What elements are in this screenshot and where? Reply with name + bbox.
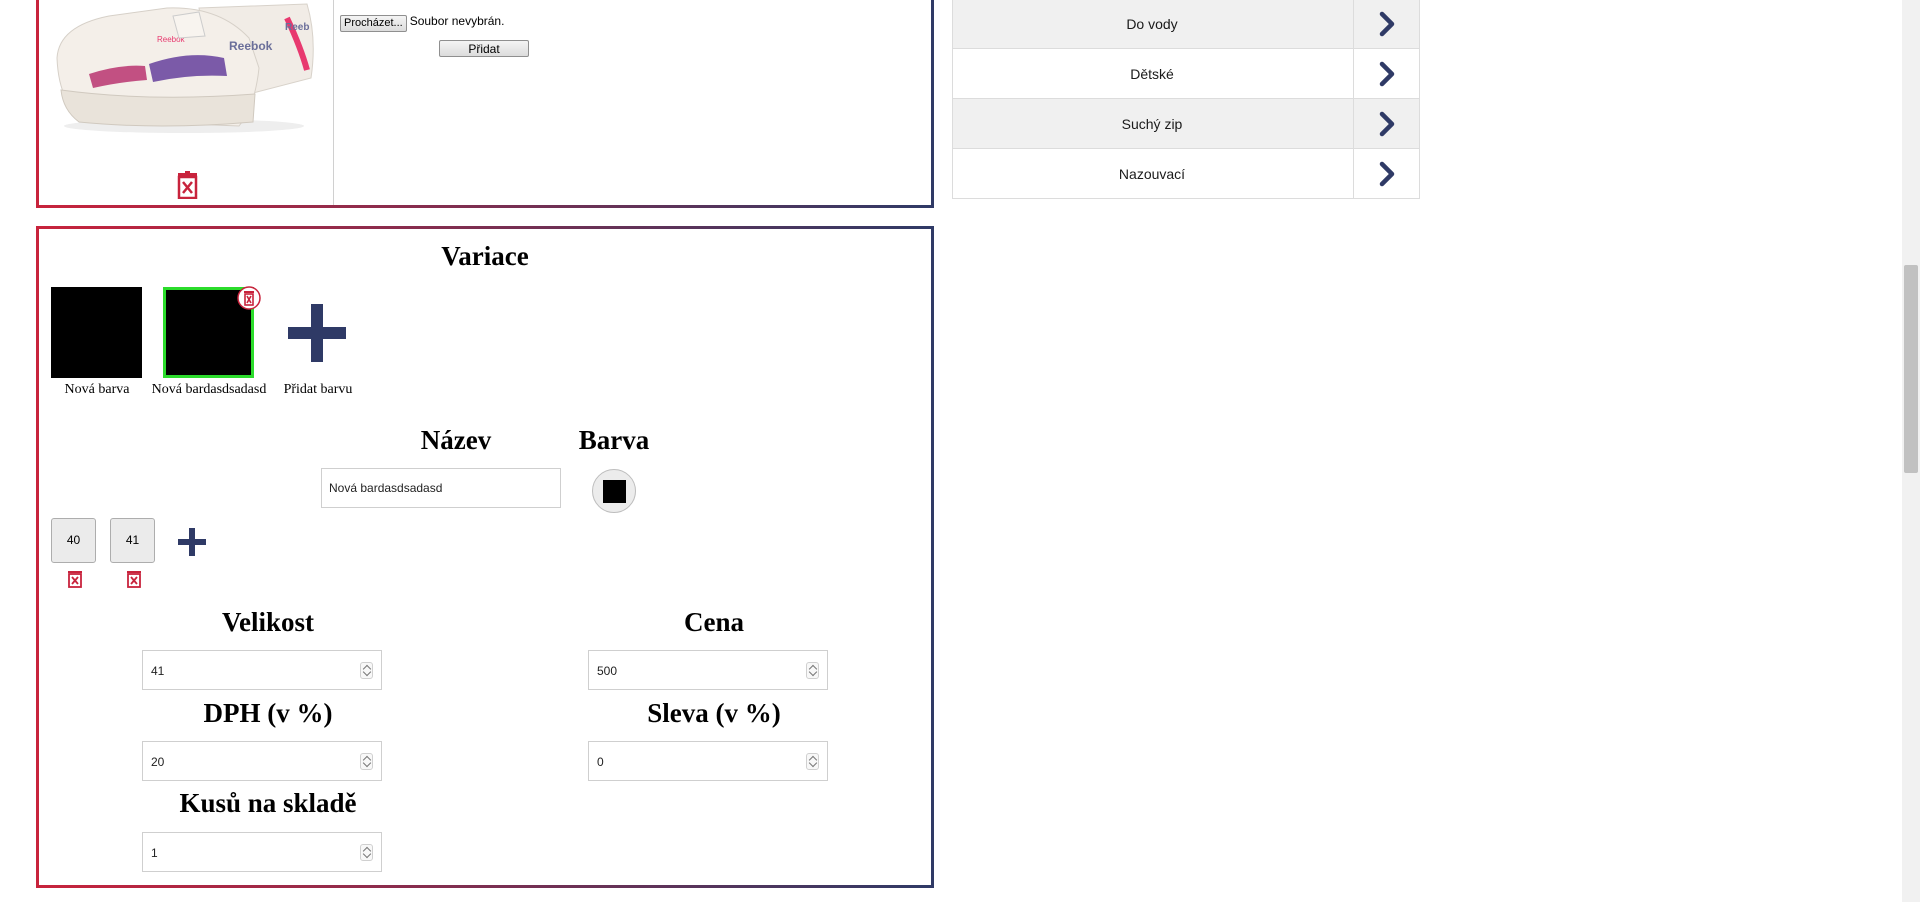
color-picker-swatch	[603, 480, 626, 503]
vat-field-label: DPH (v %)	[203, 698, 333, 728]
scrollbar-track[interactable]	[1902, 0, 1920, 902]
color-variant-label: Nová bardasdsadasd	[151, 382, 267, 397]
category-label[interactable]: Suchý zip	[953, 99, 1351, 149]
category-item[interactable]: Suchý zip	[953, 99, 1419, 149]
add-color-plus-icon[interactable]	[286, 302, 348, 364]
size-chip[interactable]: 41	[110, 518, 155, 563]
chevron-right-icon[interactable]	[1353, 0, 1419, 48]
category-label[interactable]: Nazouvací	[953, 149, 1351, 199]
size-field-label: Velikost	[221, 607, 315, 637]
category-item[interactable]: Do vody	[953, 0, 1419, 49]
color-variant-label: Nová barva	[64, 382, 130, 397]
price-stepper[interactable]	[806, 662, 819, 679]
price-field-label: Cena	[684, 607, 744, 637]
product-shoe-image: Reeb Reebok Reebok	[56, 3, 314, 133]
no-file-selected-text: Soubor nevybrán.	[409, 14, 505, 28]
stock-number-input[interactable]: 1	[142, 832, 382, 872]
stock-stepper[interactable]	[360, 844, 373, 861]
color-heading: Barva	[578, 425, 650, 455]
variant-name-input[interactable]	[321, 468, 561, 508]
add-color-label: Přidat barvu	[283, 382, 353, 397]
variants-panel: Variace Nová barva Nová bardasdsadasd Př…	[36, 226, 934, 888]
discount-stepper[interactable]	[806, 753, 819, 770]
svg-text:Reebok: Reebok	[229, 39, 273, 53]
file-upload-row: Procházet... Soubor nevybrán.	[340, 14, 504, 32]
category-item[interactable]: Nazouvací	[953, 149, 1419, 199]
add-size-plus-icon[interactable]	[177, 527, 207, 557]
category-item[interactable]: Dětské	[953, 49, 1419, 99]
category-label[interactable]: Dětské	[953, 49, 1351, 99]
scrollbar-thumb[interactable]	[1904, 265, 1918, 473]
chevron-right-icon[interactable]	[1353, 149, 1419, 198]
size-chip[interactable]: 40	[51, 518, 96, 563]
delete-size-icon[interactable]	[67, 570, 83, 588]
remove-color-icon[interactable]	[237, 286, 261, 310]
name-heading: Název	[420, 425, 492, 455]
image-upload-panel: Reeb Reebok Reebok Procházet... Soubor ne…	[36, 0, 934, 208]
stock-field-label: Kusů na skladě	[179, 788, 357, 818]
category-list: Do vody Dětské Suchý zip Nazouvací	[952, 0, 1420, 199]
svg-text:Reeb: Reeb	[285, 22, 309, 33]
chevron-right-icon[interactable]	[1353, 49, 1419, 98]
panel-divider	[333, 0, 334, 205]
discount-number-input[interactable]: 0	[588, 741, 828, 781]
color-variant-swatch[interactable]	[51, 287, 142, 378]
browse-file-button[interactable]: Procházet...	[340, 14, 407, 32]
vat-stepper[interactable]	[360, 753, 373, 770]
size-stepper[interactable]	[360, 662, 373, 679]
add-image-button[interactable]: Přidat	[439, 40, 529, 57]
vat-number-input[interactable]: 20	[142, 741, 382, 781]
price-value: 500	[597, 664, 618, 678]
category-label[interactable]: Do vody	[953, 0, 1351, 49]
delete-size-icon[interactable]	[126, 570, 142, 588]
color-picker[interactable]	[592, 469, 636, 513]
stock-value: 1	[151, 846, 158, 860]
delete-image-icon[interactable]	[175, 171, 200, 199]
variants-title: Variace	[441, 241, 529, 271]
discount-value: 0	[597, 755, 604, 769]
price-number-input[interactable]: 500	[588, 650, 828, 690]
size-value: 41	[151, 664, 165, 678]
size-number-input[interactable]: 41	[142, 650, 382, 690]
discount-field-label: Sleva (v %)	[647, 698, 781, 728]
chevron-right-icon[interactable]	[1353, 99, 1419, 148]
vat-value: 20	[151, 755, 165, 769]
